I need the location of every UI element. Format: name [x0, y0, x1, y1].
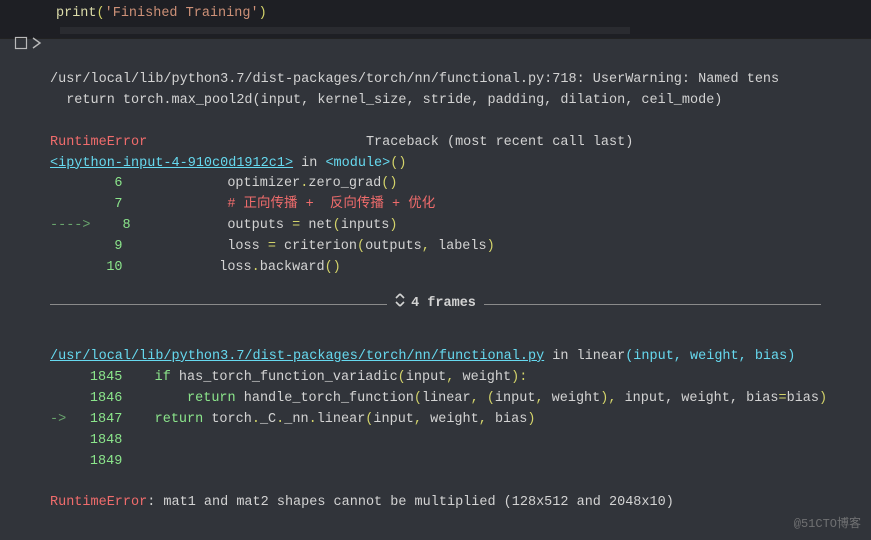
functional-py-link[interactable]: /usr/local/lib/python3.7/dist-packages/t… — [50, 349, 544, 364]
cell-output-lower: /usr/local/lib/python3.7/dist-packages/t… — [0, 326, 871, 520]
token-string: 'Finished Training' — [105, 6, 259, 21]
code-cell-input[interactable]: print('Finished Training') — [0, 0, 871, 39]
line-number: 6 — [91, 174, 123, 195]
line-number: 10 — [91, 258, 123, 279]
final-runtime-error: RuntimeError — [50, 495, 147, 510]
trace-arrow: -> — [50, 412, 74, 427]
line-number: 7 — [91, 195, 123, 216]
line-number: 1848 — [74, 431, 122, 452]
trace-arrow: ----> — [50, 218, 99, 233]
userwarning-return: return torch.max_pool2d(input, kernel_si… — [50, 93, 722, 108]
userwarning-path: /usr/local/lib/python3.7/dist-packages/t… — [50, 72, 779, 87]
linear-args: (input, weight, bias) — [625, 349, 795, 364]
module-label: <module> — [325, 156, 390, 171]
line-number: 8 — [99, 216, 131, 237]
runtime-error-heading: RuntimeError — [50, 135, 147, 150]
cell-output: /usr/local/lib/python3.7/dist-packages/t… — [0, 39, 871, 285]
line-number: 1849 — [74, 452, 122, 473]
ipython-input-link[interactable]: <ipython-input-4-910c0d1912c1> — [50, 156, 293, 171]
line-number: 1845 — [74, 368, 122, 389]
final-error-message: : mat1 and mat2 shapes cannot be multipl… — [147, 495, 674, 510]
traceback-heading: Traceback (most recent call last) — [147, 135, 633, 150]
watermark-text: @51CTO博客 — [794, 515, 861, 534]
frames-separator[interactable]: 4 frames — [0, 285, 871, 326]
line-number: 9 — [91, 237, 123, 258]
token-print: print — [56, 6, 97, 21]
line-number: 1847 — [74, 410, 122, 431]
line-number: 1846 — [74, 389, 122, 410]
expand-icon — [395, 293, 405, 316]
frames-count: 4 frames — [411, 294, 476, 315]
horizontal-scrollbar[interactable] — [60, 27, 630, 34]
